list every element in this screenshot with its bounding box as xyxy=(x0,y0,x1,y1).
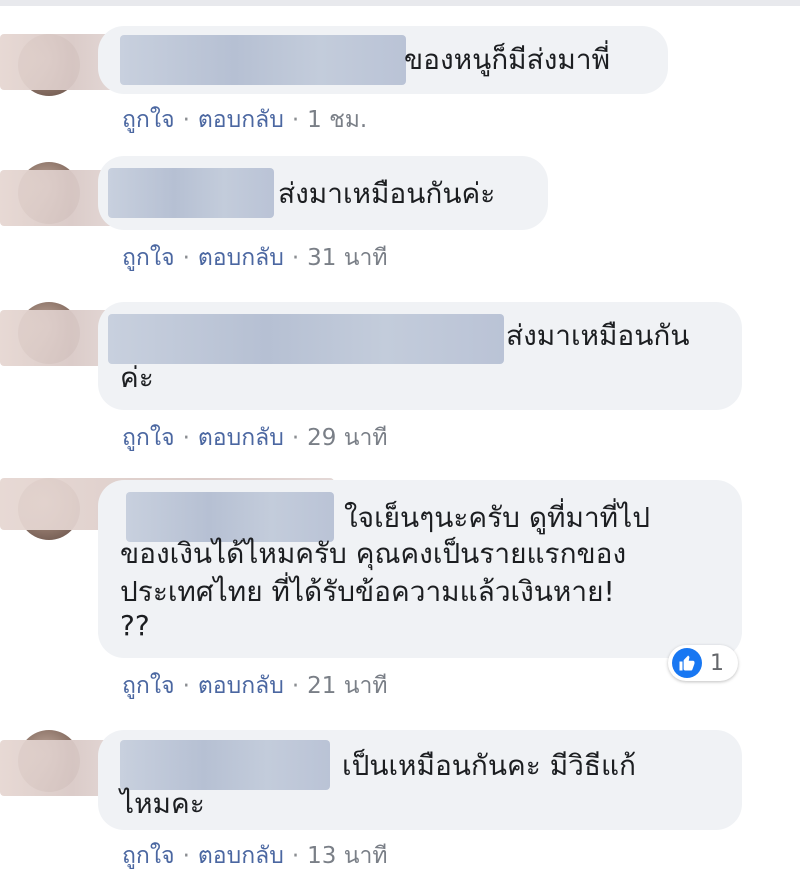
comment-text: ของเงินได้ไหมครับ คุณคงเป็นรายแรกของ xyxy=(120,537,627,570)
separator: · xyxy=(182,673,190,699)
comment-actions: ถูกใจ · ตอบกลับ · 1 ชม. xyxy=(122,102,367,138)
like-link[interactable]: ถูกใจ xyxy=(122,107,175,133)
reply-link[interactable]: ตอบกลับ xyxy=(198,107,284,133)
reply-link[interactable]: ตอบกลับ xyxy=(198,673,284,699)
separator: · xyxy=(291,245,300,271)
separator: · xyxy=(291,843,300,869)
comment-bubble: ใจเย็นๆนะครับ ดูที่มาที่ไป ของเงินได้ไหม… xyxy=(98,480,742,658)
separator: · xyxy=(182,107,190,133)
comment-text: ส่งมาเหมือนกัน xyxy=(506,319,690,352)
timestamp[interactable]: 1 ชม. xyxy=(307,107,367,133)
comment-text: ไหมคะ xyxy=(120,787,205,820)
like-link[interactable]: ถูกใจ xyxy=(122,425,175,451)
comment-actions: ถูกใจ · ตอบกลับ · 31 นาที xyxy=(122,240,388,276)
reaction-count: 1 xyxy=(710,650,724,676)
like-icon xyxy=(672,648,702,678)
comment-actions: ถูกใจ · ตอบกลับ · 29 นาที xyxy=(122,420,388,456)
comment-bubble: ของหนูก็มีส่งมาพี่ xyxy=(98,26,668,94)
comment-text: ?? xyxy=(120,609,150,642)
timestamp[interactable]: 29 นาที xyxy=(307,425,387,451)
separator: · xyxy=(182,843,190,869)
author-name-blur[interactable] xyxy=(120,35,406,85)
author-name-blur[interactable] xyxy=(108,168,274,218)
reply-link[interactable]: ตอบกลับ xyxy=(198,245,284,271)
reply-link[interactable]: ตอบกลับ xyxy=(198,843,284,869)
comment-text: ของหนูก็มีส่งมาพี่ xyxy=(404,43,611,76)
like-link[interactable]: ถูกใจ xyxy=(122,245,175,271)
separator: · xyxy=(182,425,190,451)
comment-text: ค่ะ xyxy=(120,361,154,394)
timestamp[interactable]: 13 นาที xyxy=(307,843,387,869)
separator: · xyxy=(291,107,300,133)
author-name-blur[interactable] xyxy=(120,740,330,790)
comment-text: ส่งมาเหมือนกันค่ะ xyxy=(278,177,496,210)
separator: · xyxy=(182,245,190,271)
like-link[interactable]: ถูกใจ xyxy=(122,673,175,699)
comment-bubble: ส่งมาเหมือนกันค่ะ xyxy=(98,156,548,230)
reaction-badge[interactable]: 1 xyxy=(668,645,738,681)
author-name-blur[interactable] xyxy=(108,314,504,364)
separator: · xyxy=(291,673,300,699)
comment-actions: ถูกใจ · ตอบกลับ · 13 นาที xyxy=(122,838,388,874)
comment-bubble: ส่งมาเหมือนกัน ค่ะ xyxy=(98,302,742,410)
top-divider xyxy=(0,0,800,6)
timestamp[interactable]: 31 นาที xyxy=(307,245,387,271)
comment-bubble: เป็นเหมือนกันคะ มีวิธีแก้ ไหมคะ xyxy=(98,730,742,830)
timestamp[interactable]: 21 นาที xyxy=(307,673,387,699)
comment-actions: ถูกใจ · ตอบกลับ · 21 นาที xyxy=(122,668,388,704)
comment-text: เป็นเหมือนกันคะ มีวิธีแก้ xyxy=(342,749,636,782)
reply-link[interactable]: ตอบกลับ xyxy=(198,425,284,451)
comment-text: ใจเย็นๆนะครับ ดูที่มาที่ไป xyxy=(344,501,650,534)
like-link[interactable]: ถูกใจ xyxy=(122,843,175,869)
comment-text: ประเทศไทย ที่ได้รับข้อความแล้วเงินหาย! xyxy=(120,575,615,608)
separator: · xyxy=(291,425,300,451)
